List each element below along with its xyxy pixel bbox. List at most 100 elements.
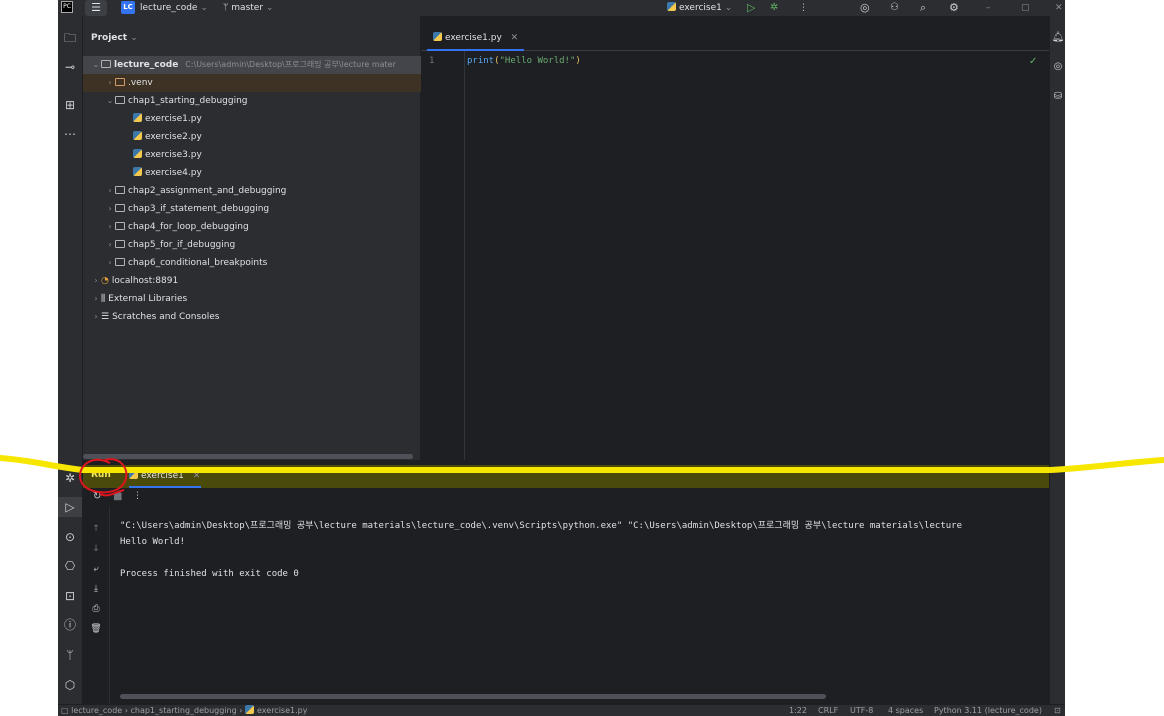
breadcrumb-item[interactable]: lecture_code bbox=[71, 706, 122, 715]
services-icon[interactable]: ⊙ bbox=[58, 527, 82, 547]
scroll-up-icon[interactable]: ↑ bbox=[83, 524, 109, 534]
python-file-icon bbox=[129, 470, 138, 479]
debug-icon[interactable]: ✲ bbox=[770, 2, 778, 14]
code-editor[interactable]: 1 print("Hello World!") ✓ bbox=[421, 51, 1049, 460]
more-actions-icon[interactable]: ⋮ bbox=[799, 2, 808, 14]
chevron-down-icon: ⌄ bbox=[92, 60, 100, 69]
line-separator[interactable]: CRLF bbox=[818, 705, 838, 716]
folder-icon bbox=[115, 204, 125, 212]
tree-item-chap1[interactable]: ⌄ chap1_starting_debugging bbox=[83, 92, 442, 110]
tree-item-venv[interactable]: › .venv bbox=[83, 74, 442, 92]
add-user-icon[interactable]: ⚇ bbox=[890, 2, 899, 14]
python-packages-icon[interactable]: ⬡ bbox=[58, 675, 82, 695]
scroll-down-icon[interactable]: ↓ bbox=[83, 544, 109, 554]
breadcrumb-item[interactable]: exercise1.py bbox=[257, 706, 307, 715]
tree-item-exercise1[interactable]: exercise1.py bbox=[83, 110, 470, 128]
tree-item-chap3[interactable]: › chap3_if_statement_debugging bbox=[83, 200, 442, 218]
git-branch-icon: ᛘ bbox=[223, 3, 229, 13]
tree-item-exercise3[interactable]: exercise3.py bbox=[83, 146, 470, 164]
python-console-icon[interactable]: ⎔ bbox=[58, 556, 82, 576]
editor-gutter: 1 bbox=[421, 51, 465, 460]
tab-run[interactable]: Run bbox=[91, 470, 111, 480]
project-panel-title-text: Project bbox=[91, 33, 128, 43]
terminal-icon[interactable]: ⊡ bbox=[58, 586, 82, 606]
tree-item-localhost[interactable]: › ◔ localhost:8891 bbox=[83, 272, 428, 290]
indent-setting[interactable]: 4 spaces bbox=[888, 705, 923, 716]
folder-icon bbox=[115, 222, 125, 230]
commit-icon[interactable]: ⊸ bbox=[58, 57, 82, 77]
stop-icon[interactable]: ■ bbox=[113, 491, 122, 502]
console-horizontal-scrollbar[interactable] bbox=[120, 694, 826, 699]
tree-item-label: exercise3.py bbox=[145, 150, 202, 160]
project-horizontal-scrollbar[interactable] bbox=[83, 454, 413, 459]
git-icon[interactable]: ᛘ bbox=[58, 645, 82, 665]
project-switcher[interactable]: lecture_code ⌄ bbox=[140, 2, 208, 14]
no-problems-check-icon[interactable]: ✓ bbox=[1029, 56, 1037, 67]
tree-item-chap6[interactable]: › chap6_conditional_breakpoints bbox=[83, 254, 442, 272]
tree-item-label: chap6_conditional_breakpoints bbox=[128, 258, 268, 268]
tree-item-scratches[interactable]: › ☰ Scratches and Consoles bbox=[83, 308, 428, 326]
run-config-selector[interactable]: exercise1 ⌄ bbox=[667, 2, 732, 14]
file-encoding[interactable]: UTF-8 bbox=[850, 705, 873, 716]
folder-icon: ▢ bbox=[61, 706, 69, 715]
caret-position[interactable]: 1:22 bbox=[789, 705, 807, 716]
python-file-icon bbox=[133, 113, 142, 122]
branch-name: master bbox=[231, 3, 264, 13]
ai-assistant-icon[interactable]: ◎ bbox=[860, 2, 870, 14]
tree-item-external-libraries[interactable]: › ⫼ External Libraries bbox=[83, 290, 428, 308]
close-tab-icon[interactable]: ✕ bbox=[193, 471, 201, 481]
run-tool-icon[interactable]: ▷ bbox=[58, 497, 82, 517]
project-tree: ⌄ lecture_code C:\Users\admin\Desktop\프로그… bbox=[83, 56, 442, 336]
code-line[interactable]: print("Hello World!") bbox=[467, 56, 581, 66]
python-file-icon bbox=[133, 131, 142, 140]
console-output[interactable]: "C:\Users\admin\Desktop\프로그래밍 공부\lecture… bbox=[120, 518, 962, 582]
tab-exercise1-run[interactable]: exercise1 ✕ bbox=[129, 470, 200, 481]
branch-switcher[interactable]: ᛘ master ⌄ bbox=[223, 2, 273, 14]
more-options-icon[interactable]: ⋮ bbox=[133, 491, 142, 501]
print-icon[interactable]: ⎙ bbox=[83, 604, 109, 614]
close-window-icon[interactable]: ✕ bbox=[1055, 2, 1063, 14]
rerun-icon[interactable]: ↻ bbox=[93, 491, 101, 502]
tree-item-chap4[interactable]: › chap4_for_loop_debugging bbox=[83, 218, 442, 236]
tree-item-chap2[interactable]: › chap2_assignment_and_debugging bbox=[83, 182, 442, 200]
more-tools-icon[interactable]: ⋯ bbox=[58, 124, 82, 144]
python-file-icon bbox=[433, 32, 442, 41]
close-tab-icon[interactable]: ✕ bbox=[511, 33, 519, 43]
notifications-icon[interactable]: 🔔︎ bbox=[1050, 28, 1065, 48]
tree-item-label: localhost:8891 bbox=[111, 276, 179, 286]
breadcrumb-item[interactable]: chap1_starting_debugging bbox=[130, 706, 236, 715]
tree-item-label: .venv bbox=[128, 78, 153, 88]
debug-tool-icon[interactable]: ✲ bbox=[58, 468, 82, 488]
run-side-toolbar: ↑ ↓ ⤶ ⤓ ⎙ 🗑︎ bbox=[83, 506, 110, 704]
lock-icon[interactable]: ⊡ bbox=[1054, 705, 1061, 716]
folder-icon[interactable]: 🗀 bbox=[58, 28, 82, 48]
problems-icon[interactable]: ⓘ bbox=[58, 615, 82, 635]
editor-tab-bar: exercise1.py ✕ bbox=[421, 28, 1049, 51]
tree-item-exercise2[interactable]: exercise2.py bbox=[83, 128, 470, 146]
minimize-window-icon[interactable]: – bbox=[986, 2, 991, 14]
tree-item-label: Scratches and Consoles bbox=[112, 312, 220, 322]
main-menu-button[interactable]: ☰ bbox=[85, 0, 107, 16]
console-line: Process finished with exit code 0 bbox=[120, 569, 299, 579]
maximize-window-icon[interactable]: ▢ bbox=[1021, 2, 1030, 14]
structure-icon[interactable]: ⊞ bbox=[58, 95, 82, 115]
tree-item-chap5[interactable]: › chap5_for_if_debugging bbox=[83, 236, 442, 254]
chevron-right-icon: › bbox=[94, 276, 98, 285]
tree-root[interactable]: ⌄ lecture_code C:\Users\admin\Desktop\프로그… bbox=[83, 56, 428, 74]
python-file-icon bbox=[667, 2, 676, 11]
tab-exercise1[interactable]: exercise1.py ✕ bbox=[427, 28, 525, 51]
trash-icon[interactable]: 🗑︎ bbox=[83, 624, 109, 634]
search-icon[interactable]: ⌕ bbox=[920, 2, 926, 14]
tree-item-label: chap2_assignment_and_debugging bbox=[128, 186, 287, 196]
database-icon[interactable]: ⛁ bbox=[1050, 87, 1065, 107]
project-panel-title[interactable]: Project ⌄ bbox=[91, 33, 138, 43]
tree-item-label: exercise2.py bbox=[145, 132, 202, 142]
settings-gear-icon[interactable]: ⚙ bbox=[949, 2, 959, 14]
tree-item-exercise4[interactable]: exercise4.py bbox=[83, 164, 470, 182]
python-file-icon bbox=[245, 705, 254, 714]
python-interpreter[interactable]: Python 3.11 (lecture_code) bbox=[934, 705, 1042, 716]
scroll-to-end-icon[interactable]: ⤓ bbox=[83, 584, 109, 594]
run-icon[interactable]: ▷ bbox=[747, 2, 755, 14]
ai-chat-icon[interactable]: ◎ bbox=[1050, 57, 1065, 77]
soft-wrap-icon[interactable]: ⤶ bbox=[83, 564, 109, 574]
